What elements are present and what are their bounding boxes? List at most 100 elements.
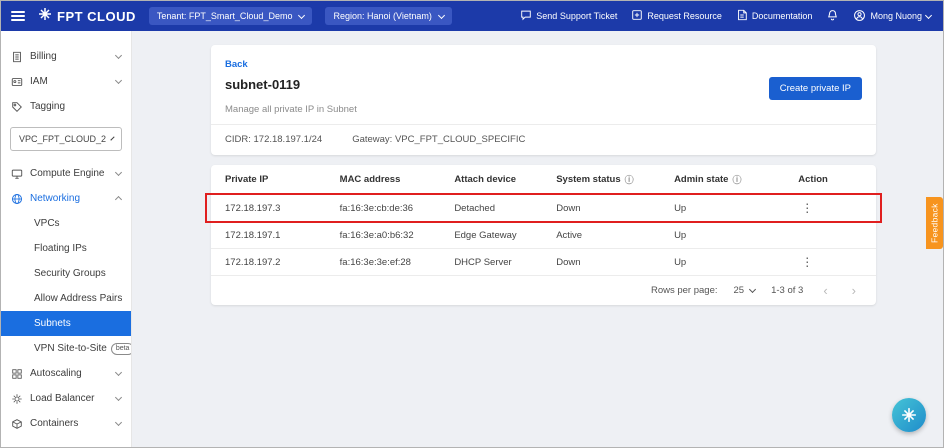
chevron-down-icon bbox=[925, 11, 932, 18]
cell-mac-address: fa:16:3e:a0:b6:32 bbox=[340, 230, 455, 241]
back-link[interactable]: Back bbox=[225, 59, 248, 70]
chevron-down-icon bbox=[110, 136, 114, 140]
documentation-link[interactable]: Documentation bbox=[736, 9, 813, 23]
cidr-value: CIDR: 172.18.197.1/24 bbox=[225, 134, 322, 145]
notifications-bell-button[interactable] bbox=[826, 9, 839, 24]
create-private-ip-button[interactable]: Create private IP bbox=[769, 77, 862, 100]
rows-per-page-dropdown[interactable]: 25 bbox=[734, 285, 756, 296]
cell-admin-state: Up bbox=[674, 257, 798, 268]
hamburger-menu-icon[interactable] bbox=[11, 11, 25, 21]
sidebar-item-allow-address-pairs[interactable]: Allow Address Pairs bbox=[1, 286, 131, 311]
sidebar-item-subnets[interactable]: Subnets bbox=[1, 311, 131, 336]
brand-logo: FPT CLOUD bbox=[38, 7, 136, 26]
column-header-attach-device: Attach device bbox=[454, 174, 556, 185]
feedback-tab[interactable]: Feedback bbox=[926, 197, 943, 249]
subnet-header-card: Back subnet-0119 Create private IP Manag… bbox=[211, 45, 876, 155]
cell-mac-address: fa:16:3e:3e:ef:28 bbox=[340, 257, 455, 268]
page-subtitle: Manage all private IP in Subnet bbox=[225, 104, 862, 124]
cell-system-status: Down bbox=[556, 203, 674, 214]
networking-icon bbox=[11, 193, 23, 205]
topbar-actions: Send Support Ticket Request Resource Doc… bbox=[520, 9, 931, 24]
sidebar-item-billing[interactable]: Billing bbox=[1, 44, 131, 69]
main-content: Back subnet-0119 Create private IP Manag… bbox=[132, 31, 943, 447]
cell-private-ip: 172.18.197.3 bbox=[225, 203, 340, 214]
sidebar-item-security-groups[interactable]: Security Groups bbox=[1, 261, 131, 286]
user-avatar-icon bbox=[853, 9, 866, 24]
iam-icon bbox=[11, 76, 23, 88]
cell-attach-device: Detached bbox=[454, 203, 556, 214]
sidebar-item-autoscaling[interactable]: Autoscaling bbox=[1, 361, 131, 386]
table-row[interactable]: 172.18.197.1 fa:16:3e:a0:b6:32 Edge Gate… bbox=[211, 221, 876, 248]
chevron-up-icon bbox=[115, 196, 122, 203]
document-icon bbox=[736, 9, 748, 23]
sidebar-item-iam[interactable]: IAM bbox=[1, 69, 131, 94]
fpt-sparkle-icon bbox=[901, 407, 917, 423]
load-balancer-icon bbox=[11, 393, 23, 405]
tenant-dropdown[interactable]: Tenant: FPT_Smart_Cloud_Demo bbox=[149, 7, 313, 25]
tag-icon bbox=[11, 101, 23, 113]
sidebar-item-tagging[interactable]: Tagging bbox=[1, 94, 131, 119]
rows-per-page-label: Rows per page: bbox=[651, 285, 718, 296]
cell-private-ip: 172.18.197.1 bbox=[225, 230, 340, 241]
column-header-action: Action bbox=[798, 174, 862, 185]
containers-icon bbox=[11, 418, 23, 430]
fpt-sparkle-icon bbox=[38, 7, 52, 26]
assistant-fab-button[interactable] bbox=[892, 398, 926, 432]
cell-private-ip: 172.18.197.2 bbox=[225, 257, 340, 268]
user-name: Mong Nuong bbox=[870, 11, 922, 21]
sidebar-item-vpn-site-to-site[interactable]: VPN Site-to-Site beta bbox=[1, 336, 131, 361]
row-actions-menu-icon[interactable]: ⋮ bbox=[798, 255, 816, 269]
column-header-private-ip: Private IP bbox=[225, 174, 340, 185]
row-actions-menu-icon[interactable]: ⋮ bbox=[798, 201, 816, 215]
request-resource-link[interactable]: Request Resource bbox=[631, 9, 722, 23]
cell-system-status: Down bbox=[556, 257, 674, 268]
autoscaling-icon bbox=[11, 368, 23, 380]
table-pagination: Rows per page: 25 1-3 of 3 ‹ › bbox=[211, 275, 876, 305]
info-icon[interactable]: ⓘ bbox=[732, 173, 741, 186]
column-header-admin-state: Admin state ⓘ bbox=[674, 173, 798, 186]
sidebar-item-networking[interactable]: Networking bbox=[1, 186, 131, 211]
region-dropdown-label: Region: Hanoi (Vietnam) bbox=[333, 11, 431, 21]
brand-name: FPT CLOUD bbox=[57, 9, 136, 24]
resource-box-icon bbox=[631, 9, 643, 23]
table-row[interactable]: 172.18.197.2 fa:16:3e:3e:ef:28 DHCP Serv… bbox=[211, 248, 876, 275]
column-header-mac-address: MAC address bbox=[340, 174, 455, 185]
chevron-down-icon bbox=[115, 52, 122, 59]
cell-system-status: Active bbox=[556, 230, 674, 241]
cell-admin-state: Up bbox=[674, 203, 798, 214]
beta-badge: beta bbox=[111, 343, 132, 355]
tenant-dropdown-label: Tenant: FPT_Smart_Cloud_Demo bbox=[157, 11, 293, 21]
pagination-range: 1-3 of 3 bbox=[771, 285, 803, 296]
app-window: FPT CLOUD Tenant: FPT_Smart_Cloud_Demo R… bbox=[0, 0, 944, 448]
support-ticket-icon bbox=[520, 9, 532, 23]
billing-icon bbox=[11, 51, 23, 63]
chevron-down-icon bbox=[115, 369, 122, 376]
cell-admin-state: Up bbox=[674, 230, 798, 241]
cell-attach-device: DHCP Server bbox=[454, 257, 556, 268]
vpc-selector-dropdown[interactable]: VPC_FPT_CLOUD_2 bbox=[10, 127, 122, 151]
sidebar: Billing IAM Tagging VPC_FPT_CLOUD_2 Comp… bbox=[1, 31, 132, 447]
info-icon[interactable]: ⓘ bbox=[625, 173, 634, 186]
region-dropdown[interactable]: Region: Hanoi (Vietnam) bbox=[325, 7, 451, 25]
pagination-prev-button[interactable]: ‹ bbox=[819, 283, 831, 298]
sidebar-item-compute-engine[interactable]: Compute Engine bbox=[1, 161, 131, 186]
sidebar-item-floating-ips[interactable]: Floating IPs bbox=[1, 236, 131, 261]
pagination-next-button[interactable]: › bbox=[848, 283, 860, 298]
table-row[interactable]: 172.18.197.3 fa:16:3e:cb:de:36 Detached … bbox=[211, 194, 876, 221]
chevron-down-icon bbox=[438, 11, 445, 18]
private-ip-table-card: Private IP MAC address Attach device Sys… bbox=[211, 165, 876, 305]
table-header-row: Private IP MAC address Attach device Sys… bbox=[211, 165, 876, 194]
sidebar-item-load-balancer[interactable]: Load Balancer bbox=[1, 386, 131, 411]
compute-engine-icon bbox=[11, 168, 23, 180]
column-header-system-status: System status ⓘ bbox=[556, 173, 674, 186]
user-menu[interactable]: Mong Nuong bbox=[853, 9, 931, 24]
send-support-ticket-link[interactable]: Send Support Ticket bbox=[520, 9, 617, 23]
cell-mac-address: fa:16:3e:cb:de:36 bbox=[340, 203, 455, 214]
cell-attach-device: Edge Gateway bbox=[454, 230, 556, 241]
chevron-down-icon bbox=[298, 11, 305, 18]
bell-icon bbox=[826, 9, 839, 24]
topbar: FPT CLOUD Tenant: FPT_Smart_Cloud_Demo R… bbox=[1, 1, 943, 31]
page-title: subnet-0119 bbox=[225, 77, 769, 92]
sidebar-item-vpcs[interactable]: VPCs bbox=[1, 211, 131, 236]
sidebar-item-containers[interactable]: Containers bbox=[1, 411, 131, 436]
